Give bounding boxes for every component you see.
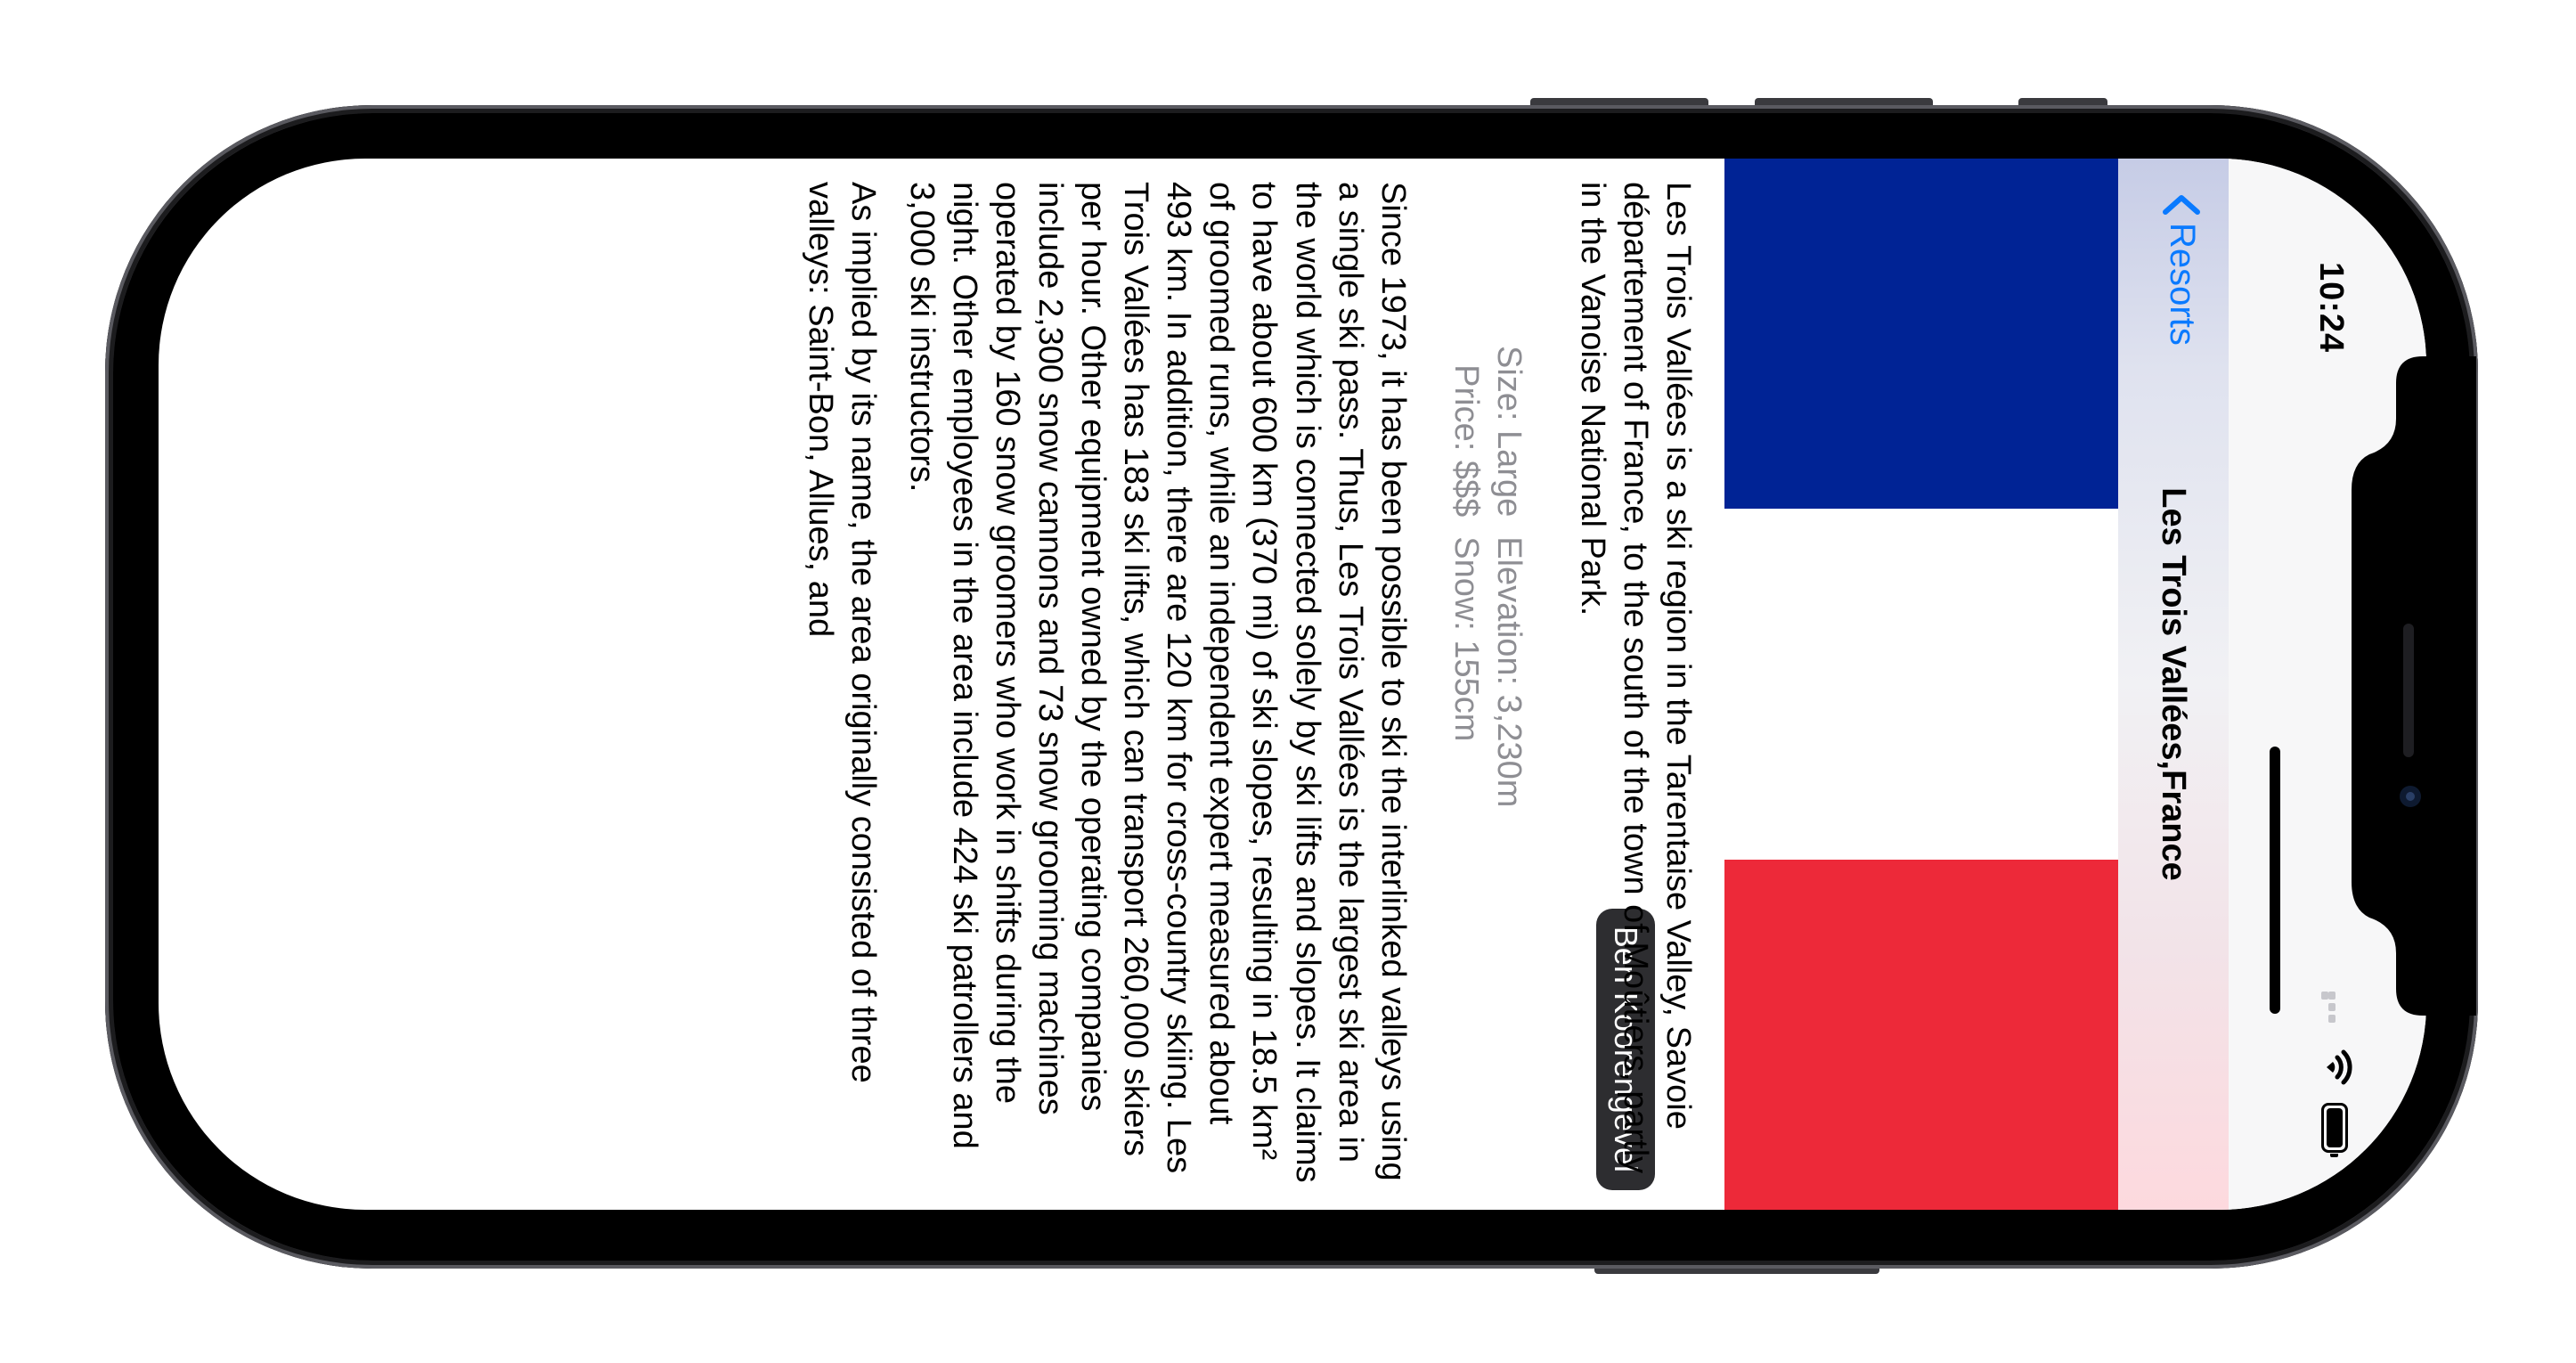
flag-stripe-white	[1724, 509, 2118, 860]
body-paragraph: Since 1973, it has been possible to ski …	[903, 182, 1412, 1183]
status-time: 10:24	[2312, 262, 2350, 354]
intro-text: Les Trois Vallées is a ski region in the…	[1573, 182, 1697, 1174]
home-indicator[interactable]	[2270, 747, 2280, 1014]
snow-stat: Snow: 155cm	[1447, 536, 1485, 742]
cellular-signal-icon	[2321, 992, 2336, 1036]
app-viewport: 10:24 Les Trois Vallées,France Resorts B…	[159, 159, 2426, 1210]
price-stat: Price: $$$	[1447, 364, 1485, 518]
stats-column-left: Size: Large Price: $$$	[1445, 346, 1530, 517]
stats-column-right: Elevation: 3,230m Snow: 155cm	[1445, 536, 1530, 807]
speaker-grille	[2403, 624, 2414, 757]
resort-hero-image: Ben Koorengevel	[1596, 159, 2118, 1210]
navigation-bar: Les Trois Vallées,France Resorts	[2117, 159, 2229, 1210]
phone-screen: 10:24 Les Trois Vallées,France Resorts B…	[159, 159, 2426, 1210]
elevation-stat: Elevation: 3,230m	[1489, 536, 1528, 808]
body-paragraph: As implied by its name, the area origina…	[801, 182, 882, 1083]
wifi-icon	[2327, 1049, 2352, 1085]
notch	[2352, 356, 2476, 1016]
back-button[interactable]: Resorts	[2162, 192, 2202, 346]
resort-description: Les Trois Vallées is a ski region in the…	[783, 182, 1700, 1188]
flag-stripe-red	[1724, 859, 2118, 1210]
flag-stripe-blue	[1724, 159, 2118, 510]
resort-stats: Size: Large Price: $$$ Elevation: 3,230m…	[1445, 182, 1530, 1188]
chevron-left-icon	[2163, 195, 2201, 215]
back-button-label: Resorts	[2163, 223, 2202, 346]
battery-icon	[2321, 1103, 2348, 1153]
size-stat: Size: Large	[1489, 346, 1528, 518]
